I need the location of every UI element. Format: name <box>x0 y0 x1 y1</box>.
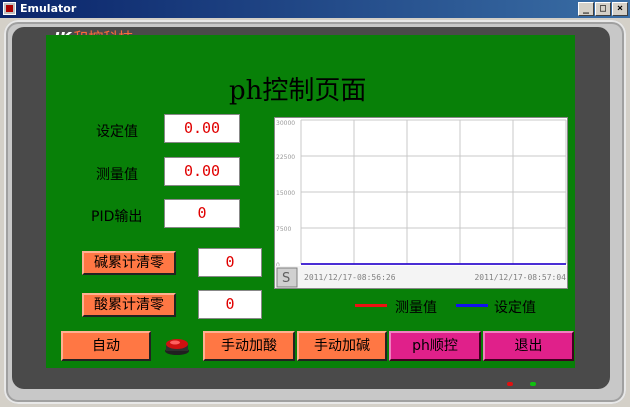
close-button[interactable]: × <box>612 2 628 16</box>
legend-setpoint-label: 设定值 <box>494 300 536 316</box>
maximize-button[interactable]: □ <box>595 2 611 16</box>
window-titlebar: Emulator _ □ × <box>0 0 630 18</box>
acid-total-value: 0 <box>198 290 262 319</box>
legend-measured-label: 测量值 <box>395 300 437 316</box>
app-icon[interactable] <box>3 2 16 15</box>
chart-y-tick-label: 15000 <box>276 190 295 197</box>
manual-acid-button[interactable]: 手动加酸 <box>203 331 295 361</box>
pid-output-value: 0 <box>164 199 240 228</box>
pid-output-label: PID输出 <box>91 209 143 225</box>
alkali-total-reset-button[interactable]: 碱累计清零 <box>82 251 176 275</box>
chart-x-start-label: 2011/12/17-08:56:26 <box>304 273 396 282</box>
auto-button[interactable]: 自动 <box>61 331 151 361</box>
chart-y-tick-label: 30000 <box>276 120 295 127</box>
indicator-lamp-icon <box>165 339 189 355</box>
measured-label: 测量值 <box>96 167 138 183</box>
setpoint-value[interactable]: 0.00 <box>164 114 240 143</box>
window-title: Emulator <box>20 2 77 15</box>
acid-total-reset-button[interactable]: 酸累计清零 <box>82 293 176 317</box>
legend-measured-swatch <box>355 304 387 307</box>
status-led-red <box>507 382 513 386</box>
chart-y-tick-label: 22500 <box>276 154 295 161</box>
manual-alkali-button[interactable]: 手动加碱 <box>297 331 387 361</box>
setpoint-label: 设定值 <box>96 124 138 140</box>
trend-chart-svg: 30000225001500075000S 2011/12/17-08:56:26… <box>275 119 567 288</box>
legend-setpoint-swatch <box>456 304 488 307</box>
alkali-total-value: 0 <box>198 248 262 277</box>
exit-button[interactable]: 退出 <box>483 331 574 361</box>
measured-value: 0.00 <box>164 157 240 186</box>
page-title: ph控制页面 <box>229 76 367 106</box>
status-led-green <box>530 382 536 386</box>
trend-chart[interactable]: 30000 22500 15000 7500 0 S 2011/12/17-08:56:26… <box>274 117 568 289</box>
chart-scroll-button-label: S <box>282 271 290 286</box>
chart-x-end-label: 2011/12/17-08:57:04 <box>474 273 566 282</box>
ph-sequence-button[interactable]: ph顺控 <box>389 331 481 361</box>
chart-y-tick-label: 7500 <box>276 226 291 233</box>
minimize-button[interactable]: _ <box>578 2 594 16</box>
